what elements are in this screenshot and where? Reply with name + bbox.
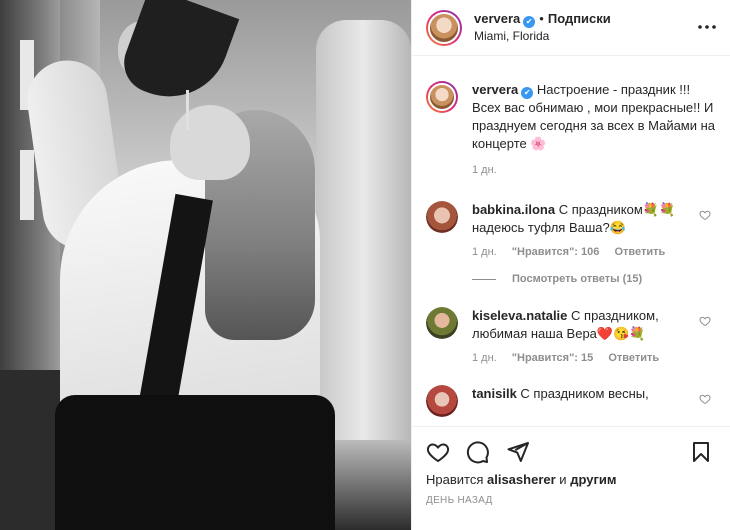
instagram-post: ververa ✔ • Подписки Miami, Florida ververa…	[0, 0, 730, 530]
post-date[interactable]: ДЕНЬ НАЗАД	[426, 495, 717, 506]
photo-window	[20, 150, 34, 220]
comment-like-heart-icon[interactable]	[699, 393, 711, 405]
comment-icon[interactable]	[466, 440, 490, 464]
comment-like-heart-icon[interactable]	[699, 315, 711, 327]
view-replies-button[interactable]: Посмотреть ответы (15)	[472, 273, 717, 285]
avatar[interactable]	[426, 81, 458, 113]
reply-button[interactable]: Ответить	[614, 246, 665, 258]
post-side-panel: ververa ✔ • Подписки Miami, Florida ververa…	[411, 0, 730, 530]
comment-likes[interactable]: "Нравится": 106	[512, 246, 600, 258]
comment-username[interactable]: kiseleva.natalie	[472, 308, 567, 323]
avatar[interactable]	[426, 201, 458, 233]
location-link[interactable]: Miami, Florida	[474, 28, 611, 44]
verified-badge-icon: ✔	[523, 16, 536, 28]
comment-username[interactable]: babkina.ilona	[472, 202, 555, 217]
photo-bottle	[115, 0, 240, 114]
comment-like-heart-icon[interactable]	[699, 209, 711, 221]
comments-list[interactable]: ververa ✔ Настроение - праздник !!! Всех …	[412, 57, 730, 425]
replies-divider	[472, 278, 496, 280]
verified-badge-icon: ✔	[521, 87, 534, 99]
following-button[interactable]: Подписки	[548, 11, 611, 26]
action-icons	[426, 427, 717, 477]
avatar[interactable]	[426, 385, 458, 417]
caption-username[interactable]: ververa	[472, 82, 518, 97]
comment-item: tanisilk С праздником весны,	[426, 385, 717, 417]
photo-face	[170, 105, 250, 180]
post-header: ververa ✔ • Подписки Miami, Florida	[412, 0, 730, 56]
share-icon[interactable]	[506, 440, 530, 464]
more-horizontal-icon[interactable]	[696, 16, 718, 38]
heart-icon[interactable]	[426, 440, 450, 464]
comment-likes[interactable]: "Нравится": 15	[512, 352, 593, 364]
comment-time[interactable]: 1 дн.	[472, 352, 497, 364]
post-photo[interactable]	[0, 0, 411, 530]
caption-text-block: ververa ✔ Настроение - праздник !!! Всех …	[472, 81, 717, 153]
view-replies-label[interactable]: Посмотреть ответы (15)	[512, 273, 642, 285]
photo-skirt	[55, 395, 335, 530]
photo-stream	[186, 90, 189, 130]
bookmark-icon[interactable]	[689, 440, 713, 464]
avatar[interactable]	[426, 9, 462, 46]
author-username[interactable]: ververa	[474, 11, 520, 26]
comment-item: babkina.ilona С праздником💐💐 надеюсь туф…	[426, 201, 717, 259]
caption: ververa ✔ Настроение - праздник !!! Всех …	[426, 81, 717, 177]
separator-dot: •	[539, 11, 544, 26]
photo-umbrella	[316, 20, 411, 440]
header-text: ververa ✔ • Подписки Miami, Florida	[474, 11, 611, 44]
comment-time[interactable]: 1 дн.	[472, 246, 497, 258]
comment-username[interactable]: tanisilk	[472, 386, 517, 401]
caption-time[interactable]: 1 дн.	[472, 164, 497, 176]
comment-text: С праздником весны,	[520, 386, 649, 401]
post-actions: Нравится alisasherer и другим ДЕНЬ НАЗАД	[412, 426, 730, 530]
avatar[interactable]	[426, 307, 458, 339]
reply-button[interactable]: Ответить	[608, 352, 659, 364]
comment-item: kiseleva.natalie С праздником, любимая н…	[426, 307, 717, 365]
